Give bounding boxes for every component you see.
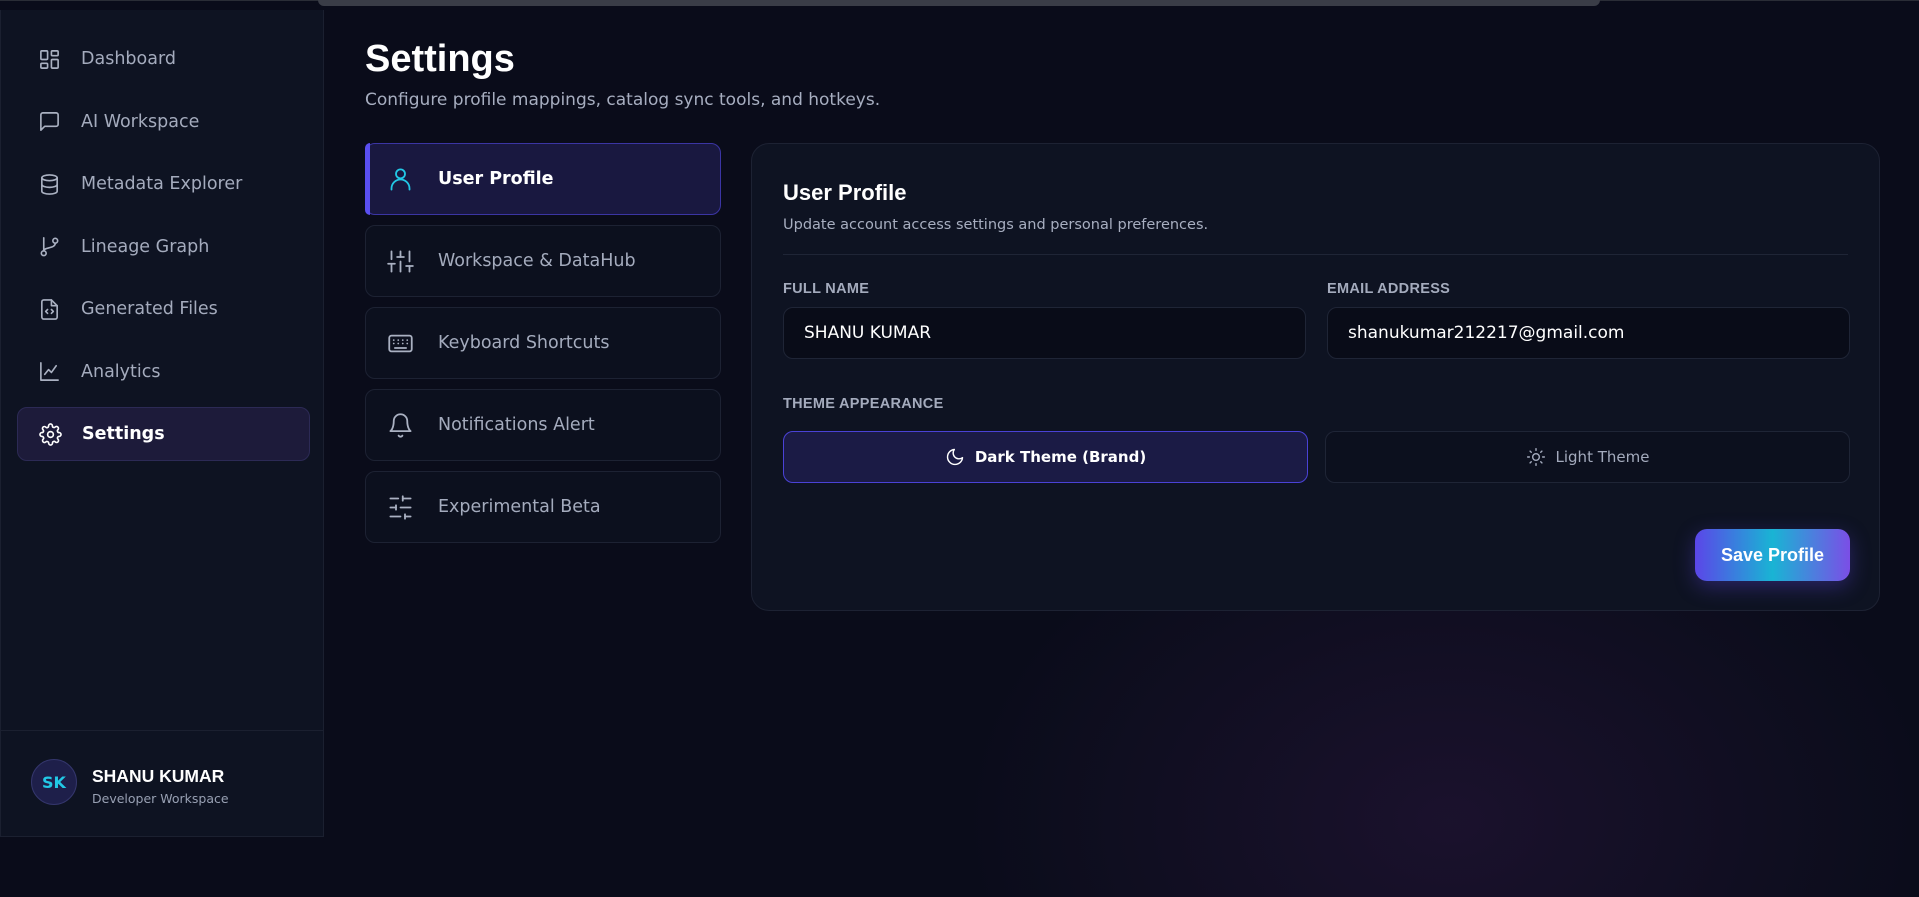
sliders-horizontal-icon	[386, 493, 414, 521]
divider	[783, 254, 1848, 255]
user-profile-card[interactable]: SK SHANU KUMAR Developer Workspace	[1, 730, 324, 836]
file-code-icon	[37, 297, 61, 321]
database-icon	[37, 172, 61, 196]
user-profile-panel: User Profile Update account access setti…	[751, 143, 1880, 611]
tab-label: Experimental Beta	[438, 497, 601, 517]
email-label: EMAIL ADDRESS	[1327, 281, 1451, 297]
moon-icon	[946, 448, 964, 466]
save-profile-button[interactable]: Save Profile	[1695, 529, 1850, 581]
browser-top-bar	[318, 0, 1600, 6]
tab-label: User Profile	[438, 169, 554, 189]
full-name-label: FULL NAME	[783, 281, 870, 297]
line-chart-icon	[37, 360, 61, 384]
git-branch-icon	[37, 235, 61, 259]
tab-label: Workspace & DataHub	[438, 251, 636, 271]
light-theme-button[interactable]: Light Theme	[1325, 431, 1850, 483]
sidebar-item-label: AI Workspace	[81, 111, 200, 132]
gear-icon	[38, 422, 62, 446]
user-name: SHANU KUMAR	[92, 766, 225, 786]
sidebar-item-generated-files[interactable]: Generated Files	[17, 282, 310, 336]
tab-label: Notifications Alert	[438, 415, 595, 435]
bell-icon	[386, 411, 414, 439]
sidebar-item-dashboard[interactable]: Dashboard	[17, 32, 310, 86]
sidebar-item-analytics[interactable]: Analytics	[17, 345, 310, 399]
sun-icon	[1526, 447, 1545, 467]
sidebar-item-label: Dashboard	[81, 49, 176, 69]
chat-icon	[37, 110, 61, 134]
sidebar-item-label: Lineage Graph	[81, 236, 210, 257]
sidebar: Dashboard AI Workspace Metadata Explorer…	[0, 10, 324, 837]
page-subtitle: Configure profile mappings, catalog sync…	[365, 90, 881, 110]
sidebar-item-label: Analytics	[81, 361, 161, 382]
sidebar-item-label: Generated Files	[81, 299, 218, 319]
sidebar-item-metadata-explorer[interactable]: Metadata Explorer	[17, 157, 310, 211]
dark-theme-label: Dark Theme (Brand)	[974, 448, 1147, 466]
keyboard-icon	[386, 329, 414, 357]
user-icon	[386, 165, 414, 193]
email-input[interactable]	[1327, 307, 1850, 359]
sidebar-item-label: Settings	[82, 424, 165, 444]
sidebar-item-lineage-graph[interactable]: Lineage Graph	[17, 220, 310, 274]
sidebar-item-label: Metadata Explorer	[81, 174, 243, 194]
tab-label: Keyboard Shortcuts	[438, 333, 610, 353]
panel-title: User Profile	[783, 180, 907, 205]
tab-experimental-beta[interactable]: Experimental Beta	[365, 471, 721, 543]
user-subtitle: Developer Workspace	[92, 791, 229, 806]
tab-notifications-alert[interactable]: Notifications Alert	[365, 389, 721, 461]
page-title: Settings	[365, 38, 515, 80]
theme-appearance-label: THEME APPEARANCE	[783, 396, 944, 412]
tab-user-profile[interactable]: User Profile	[365, 143, 721, 215]
dashboard-icon	[37, 47, 61, 71]
sidebar-item-settings[interactable]: Settings	[17, 407, 310, 461]
sidebar-item-ai-workspace[interactable]: AI Workspace	[17, 95, 310, 149]
light-theme-label: Light Theme	[1555, 448, 1650, 466]
full-name-input[interactable]	[783, 307, 1306, 359]
dark-theme-button[interactable]: Dark Theme (Brand)	[783, 431, 1308, 483]
settings-tabs: User Profile Workspace & DataHub Keyboar…	[365, 143, 721, 553]
panel-subtitle: Update account access settings and perso…	[783, 217, 1209, 233]
sliders-vertical-icon	[386, 247, 414, 275]
avatar: SK	[31, 759, 77, 805]
tab-workspace-datahub[interactable]: Workspace & DataHub	[365, 225, 721, 297]
tab-keyboard-shortcuts[interactable]: Keyboard Shortcuts	[365, 307, 721, 379]
sidebar-nav: Dashboard AI Workspace Metadata Explorer…	[17, 32, 310, 470]
